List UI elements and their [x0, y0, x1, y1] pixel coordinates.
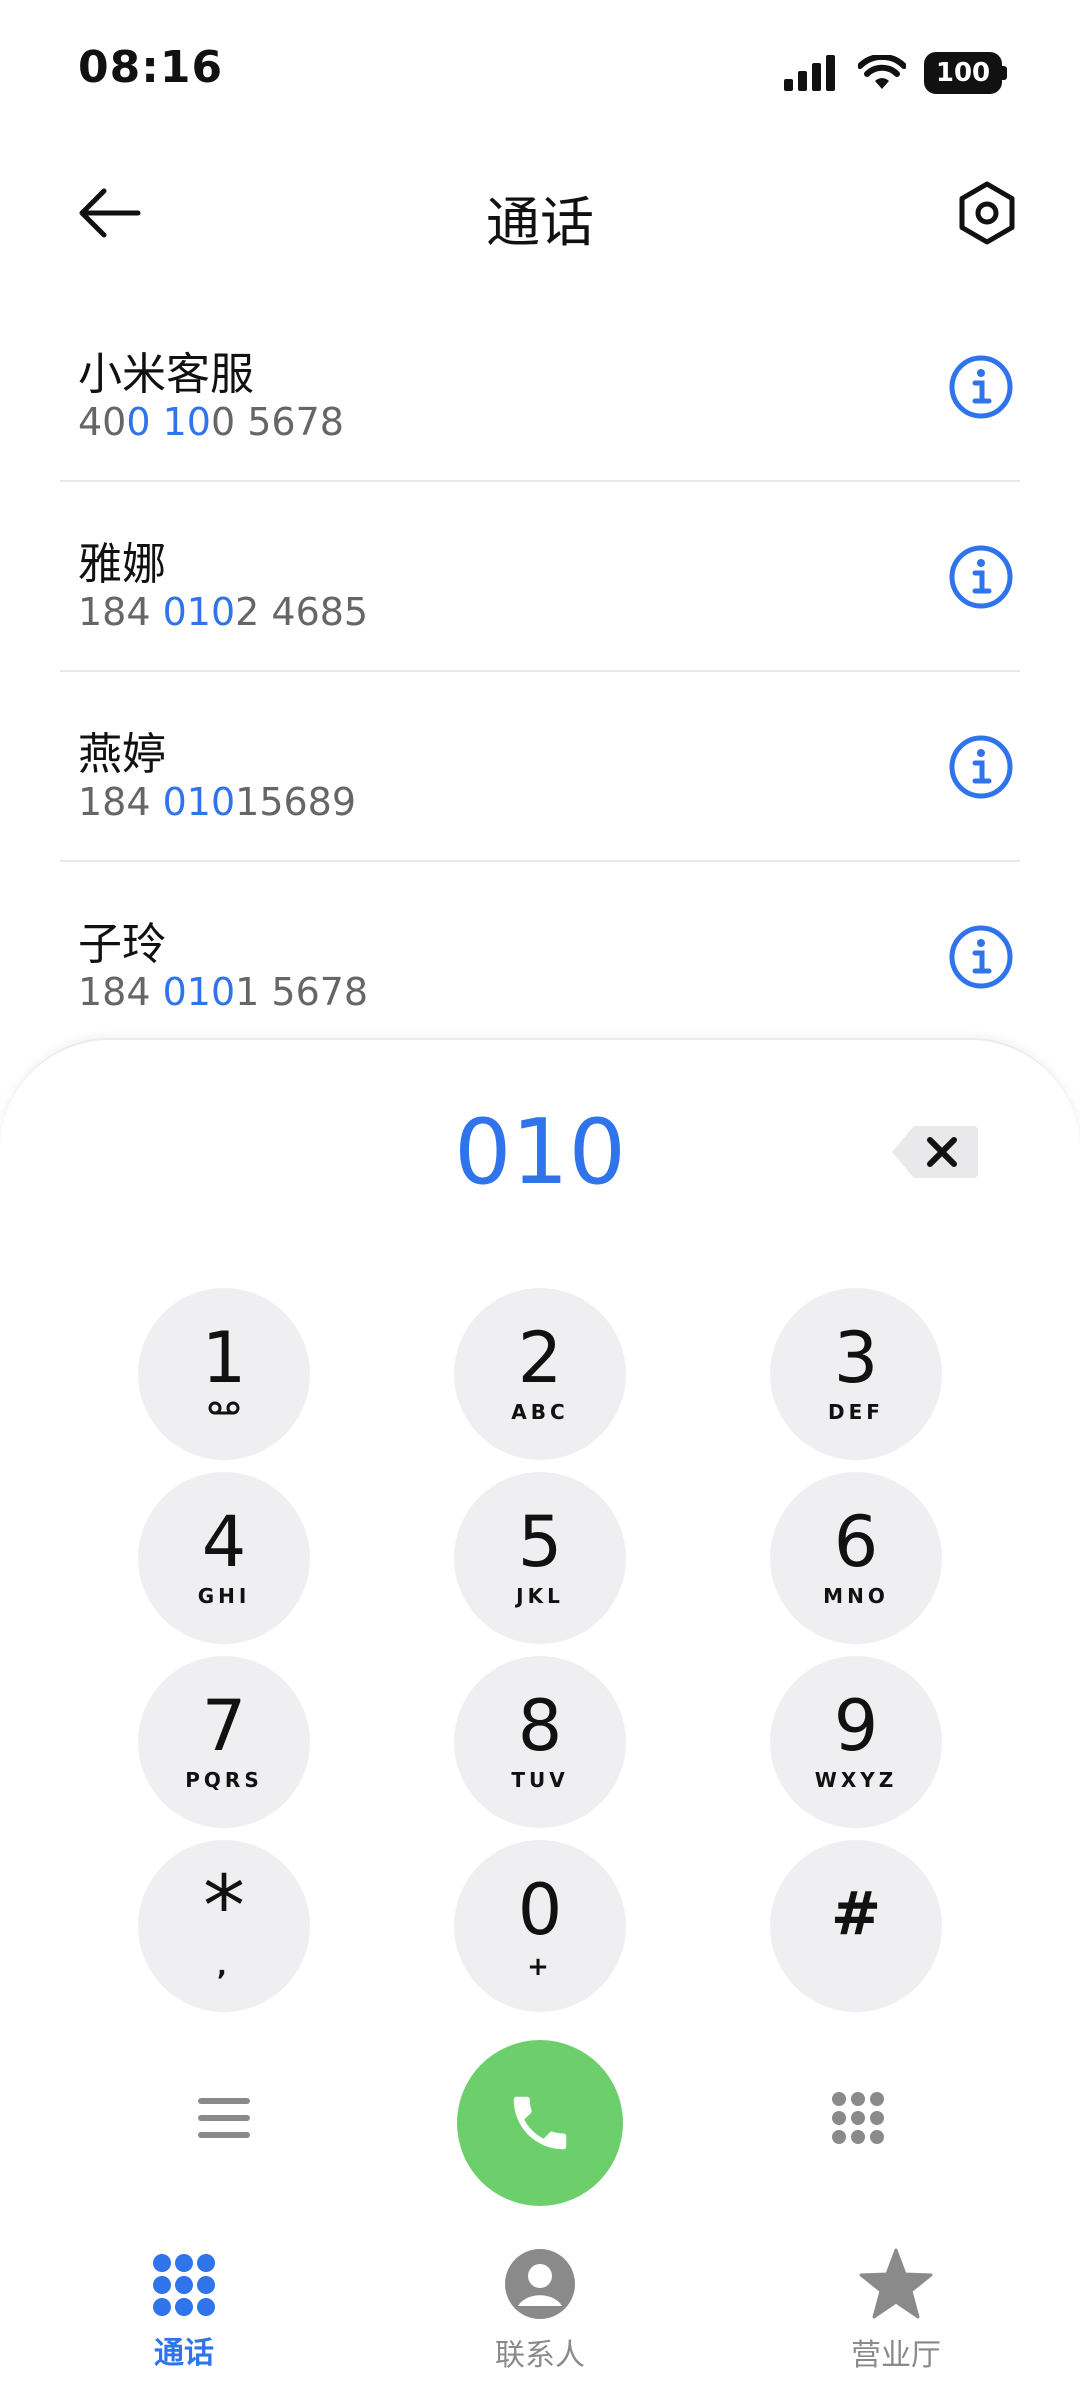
key-digit: 2 [517, 1317, 563, 1399]
dialpad-toggle-button[interactable] [830, 2090, 886, 2146]
menu-button[interactable] [196, 2090, 252, 2146]
settings-button[interactable] [952, 178, 1022, 248]
key-letters: DEF [828, 1400, 884, 1424]
dialpad-key-3[interactable]: 3 DEF [770, 1288, 942, 1460]
nav-tab-calls[interactable]: 通话 [84, 2220, 284, 2372]
dialpad-key-2[interactable]: 2 ABC [454, 1288, 626, 1460]
contact-name: 燕婷 [78, 729, 166, 780]
status-icons: 100 [784, 52, 1007, 94]
key-digit: 1 [201, 1317, 247, 1399]
list-item[interactable]: 小米客服 400 100 5678 [0, 292, 1080, 482]
key-letters: TUV [511, 1768, 569, 1792]
nav-label: 联系人 [495, 2338, 585, 2373]
key-letters: ABC [511, 1400, 569, 1424]
contact-info-button[interactable] [946, 732, 1016, 802]
contact-number: 184 0101 5678 [78, 970, 369, 1014]
voicemail-icon [208, 1401, 240, 1415]
list-item[interactable]: 雅娜 184 0102 4685 [0, 482, 1080, 672]
info-icon [949, 545, 1013, 609]
dialpad-key-9[interactable]: 9 WXYZ [770, 1656, 942, 1828]
key-digit: 6 [833, 1501, 879, 1583]
signal-icon [784, 55, 835, 91]
key-digit: 0 [517, 1869, 563, 1951]
nav-tab-contacts[interactable]: 联系人 [440, 2220, 640, 2374]
page-title: 通话 [486, 191, 594, 254]
info-icon [949, 925, 1013, 989]
contact-info-button[interactable] [946, 352, 1016, 422]
key-letters: + [527, 1952, 553, 1982]
info-icon [949, 735, 1013, 799]
key-digit: 4 [201, 1501, 247, 1583]
dialpad-key-star[interactable]: * , [138, 1840, 310, 2012]
dialpad-key-0[interactable]: 0 + [454, 1840, 626, 2012]
backspace-icon [892, 1126, 978, 1178]
key-digit: 5 [517, 1501, 563, 1583]
dialpad-key-1[interactable]: 1 [138, 1288, 310, 1460]
contact-info-button[interactable] [946, 542, 1016, 612]
nav-tab-service-hall[interactable]: 营业厅 [796, 2220, 996, 2374]
key-letters: MNO [823, 1584, 889, 1608]
star-icon [859, 2248, 933, 2319]
list-item[interactable]: 燕婷 184 01015689 [0, 672, 1080, 862]
backspace-button[interactable] [890, 1122, 980, 1182]
key-digit: 3 [833, 1317, 879, 1399]
key-letters: WXYZ [814, 1768, 898, 1792]
dialpad-key-6[interactable]: 6 MNO [770, 1472, 942, 1644]
phone-icon [513, 2096, 567, 2150]
contact-person-icon [505, 2249, 575, 2319]
contact-number: 184 01015689 [78, 780, 357, 824]
key-letters: JKL [516, 1584, 564, 1608]
gear-icon [959, 181, 1015, 245]
call-button[interactable] [457, 2040, 623, 2206]
dots-grid-icon [832, 2092, 884, 2144]
contact-info-button[interactable] [946, 922, 1016, 992]
contact-number: 184 0102 4685 [78, 590, 369, 634]
contact-name: 子玲 [78, 919, 166, 970]
nav-label: 营业厅 [851, 2338, 941, 2373]
info-icon [949, 355, 1013, 419]
dialpad-key-8[interactable]: 8 TUV [454, 1656, 626, 1828]
status-time: 08:16 [78, 42, 224, 93]
list-item[interactable]: 子玲 184 0101 5678 [0, 862, 1080, 1052]
key-digit: * [203, 1857, 245, 1955]
key-digit: # [830, 1879, 882, 1949]
contact-number: 400 100 5678 [78, 400, 344, 444]
key-letters: GHI [197, 1584, 251, 1608]
key-digit: 9 [833, 1685, 879, 1767]
battery-level: 100 [935, 58, 991, 88]
dialpad-key-4[interactable]: 4 GHI [138, 1472, 310, 1644]
dialpad-key-7[interactable]: 7 PQRS [138, 1656, 310, 1828]
dialpad-key-hash[interactable]: # [770, 1840, 942, 2012]
key-digit: 8 [517, 1685, 563, 1767]
bottom-nav: 通话 联系人 营业厅 [0, 2220, 1080, 2402]
contact-list: 小米客服 400 100 5678 雅娜 184 0102 4685 燕婷 18… [0, 292, 1080, 1052]
key-letters: PQRS [185, 1768, 263, 1792]
wifi-icon [858, 55, 906, 89]
nav-label: 通话 [154, 2336, 214, 2371]
battery-indicator: 100 [924, 52, 1007, 94]
key-digit: 7 [201, 1685, 247, 1767]
menu-icon [198, 2098, 250, 2138]
dialpad-key-5[interactable]: 5 JKL [454, 1472, 626, 1644]
dialpad-icon [153, 2254, 215, 2316]
key-letters: , [217, 1952, 231, 1982]
contact-name: 小米客服 [78, 349, 254, 400]
contact-name: 雅娜 [78, 539, 166, 590]
